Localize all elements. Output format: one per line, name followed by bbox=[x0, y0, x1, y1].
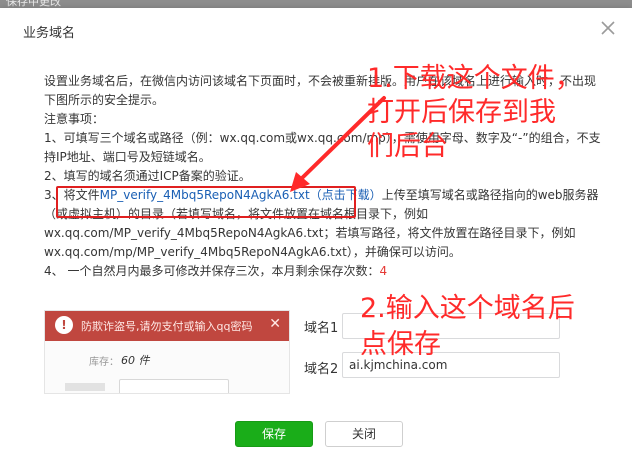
business-domain-dialog: 业务域名 设置业务域名后，在微信内访问该域名下页面时，不会被重新排版。用户在该域… bbox=[0, 8, 632, 470]
annotation-arrow bbox=[290, 96, 386, 192]
background-window-strip: 保存中更改 bbox=[0, 0, 632, 8]
